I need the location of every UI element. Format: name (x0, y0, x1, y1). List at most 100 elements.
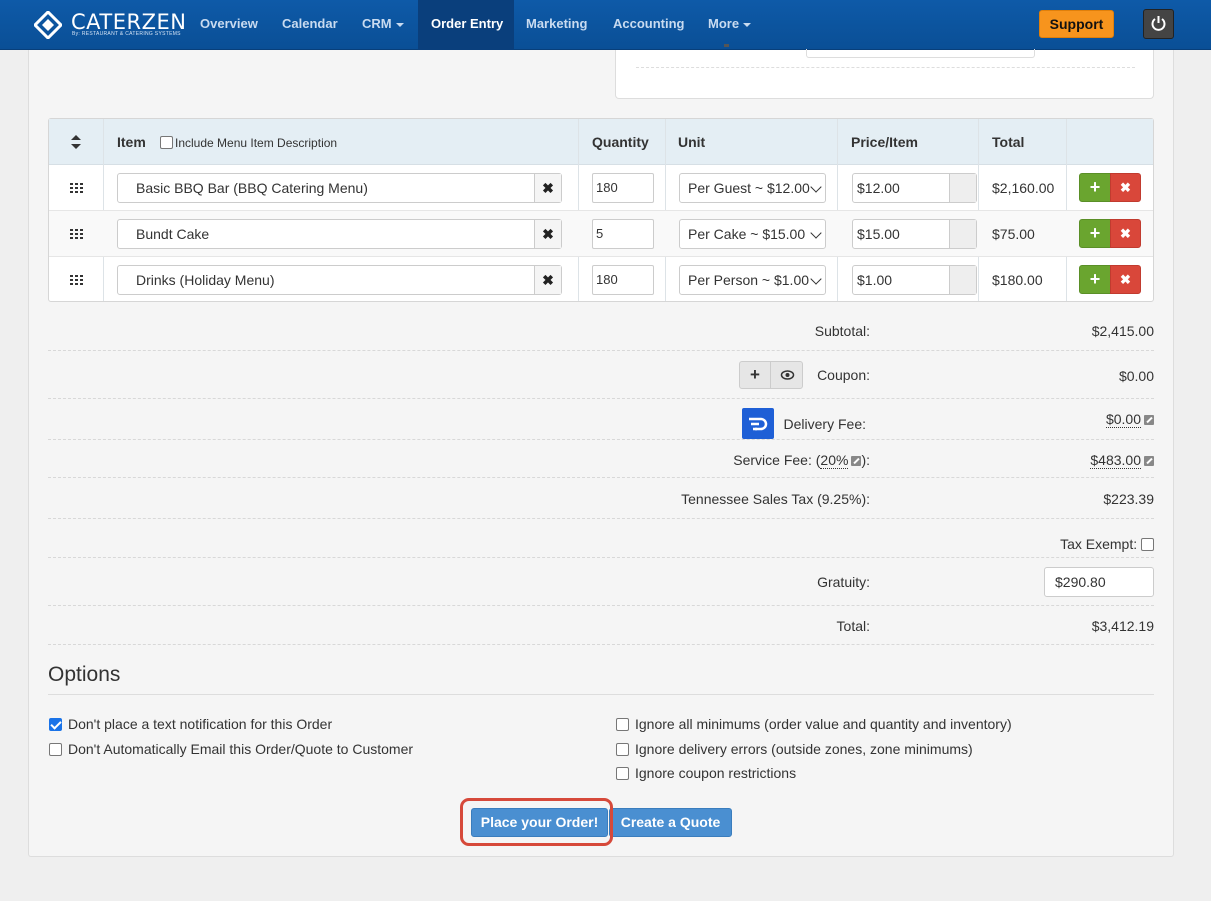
unit-select-value: Per Person ~ $1.00 (688, 272, 810, 288)
no-auto-email-checkbox[interactable] (49, 743, 62, 756)
drag-handle-icon[interactable] (70, 275, 83, 285)
item-name-field[interactable]: Drinks (Holiday Menu) ✖ (117, 265, 562, 295)
no-text-notification-option[interactable]: Don't place a text notification for this… (49, 716, 332, 732)
edit-icon[interactable] (1144, 456, 1154, 466)
service-fee-value[interactable]: $483.00 (1090, 452, 1154, 469)
coupon-label: Coupon: (817, 367, 870, 383)
nav-calendar[interactable]: Calendar (282, 0, 338, 50)
create-quote-button[interactable]: Create a Quote (609, 808, 732, 837)
table-row: Drinks (Holiday Menu) ✖ 180 Per Person ~… (49, 257, 1153, 303)
chevron-down-icon (810, 273, 822, 285)
price-addon (949, 174, 976, 202)
edit-icon[interactable] (1144, 415, 1154, 425)
delivery-fee-value[interactable]: $0.00 (1105, 411, 1154, 428)
nav-accounting-label: Accounting (613, 16, 685, 31)
gratuity-input[interactable]: $290.80 (1044, 567, 1154, 597)
sort-icon[interactable] (71, 135, 81, 149)
no-text-notification-label: Don't place a text notification for this… (68, 716, 333, 732)
drag-handle-icon[interactable] (70, 183, 83, 193)
highlight-annotation (460, 798, 613, 846)
cut-off-input[interactable] (806, 49, 1035, 58)
item-name-field[interactable]: Basic BBQ Bar (BBQ Catering Menu) ✖ (117, 173, 562, 203)
add-row-button[interactable]: + (1079, 265, 1111, 294)
clear-item-icon[interactable]: ✖ (534, 220, 561, 248)
ignore-delivery-errors-checkbox[interactable] (616, 743, 629, 756)
table-row: Basic BBQ Bar (BBQ Catering Menu) ✖ 180 … (49, 165, 1153, 211)
nav-marketing[interactable]: Marketing (526, 0, 587, 50)
item-name: Bundt Cake (136, 226, 210, 242)
item-name: Basic BBQ Bar (BBQ Catering Menu) (136, 180, 368, 196)
no-text-notification-checkbox[interactable] (49, 718, 62, 731)
add-row-button[interactable]: + (1079, 219, 1111, 248)
ignore-minimums-checkbox[interactable] (616, 718, 629, 731)
price-input[interactable]: $15.00 (852, 219, 977, 249)
eye-icon (780, 370, 795, 380)
add-coupon-button[interactable]: + (740, 362, 771, 388)
row-total: $2,160.00 (992, 180, 1055, 196)
price-input[interactable]: $12.00 (852, 173, 977, 203)
nav-order-entry[interactable]: Order Entry (418, 0, 514, 50)
doordash-icon (749, 417, 768, 431)
nav-more[interactable]: More (708, 0, 752, 50)
unit-select-value: Per Guest ~ $12.00 (688, 180, 810, 196)
total-value: $3,412.19 (1091, 618, 1154, 634)
gratuity-label: Gratuity: (817, 574, 870, 590)
caterzen-logo[interactable]: CATERZEN By: RESTAURANT & CATERING SYSTE… (34, 9, 186, 41)
nav-accounting[interactable]: Accounting (613, 0, 685, 50)
ignore-delivery-errors-label: Ignore delivery errors (outside zones, z… (635, 741, 973, 757)
quantity-input[interactable]: 180 (592, 173, 654, 203)
nav-overview[interactable]: Overview (200, 0, 258, 50)
divider (48, 398, 1154, 399)
row-total: $75.00 (992, 226, 1035, 242)
divider (48, 518, 1154, 519)
clear-item-icon[interactable]: ✖ (534, 174, 561, 202)
remove-row-button[interactable]: ✖ (1110, 173, 1141, 202)
header-quantity: Quantity (592, 134, 649, 150)
service-fee-percent[interactable]: 20% (820, 452, 849, 469)
logout-button[interactable] (1143, 9, 1174, 39)
unit-select[interactable]: Per Person ~ $1.00 (679, 265, 826, 295)
price-value: $12.00 (857, 180, 900, 196)
divider (48, 557, 1154, 558)
drag-handle-icon[interactable] (70, 229, 83, 239)
add-row-button[interactable]: + (1079, 173, 1111, 202)
price-addon (949, 220, 976, 248)
divider (48, 439, 1154, 440)
service-fee-label-end: ): (861, 452, 870, 468)
caret-down-icon (743, 22, 752, 27)
price-input[interactable]: $1.00 (852, 265, 977, 295)
subtotal-label: Subtotal: (814, 323, 870, 339)
ignore-minimums-option[interactable]: Ignore all minimums (order value and qua… (616, 716, 1012, 732)
ignore-delivery-errors-option[interactable]: Ignore delivery errors (outside zones, z… (616, 741, 973, 757)
unit-select[interactable]: Per Cake ~ $15.00 (679, 219, 826, 249)
edit-icon[interactable] (851, 456, 862, 466)
doordash-logo[interactable] (742, 408, 774, 439)
nav-crm[interactable]: CRM (362, 0, 404, 50)
divider (48, 694, 1154, 695)
price-addon (949, 266, 976, 294)
no-auto-email-option[interactable]: Don't Automatically Email this Order/Quo… (49, 741, 413, 757)
cut-off-label (724, 44, 729, 47)
unit-select[interactable]: Per Guest ~ $12.00 (679, 173, 826, 203)
caret-down-icon (395, 22, 404, 27)
quantity-input[interactable]: 5 (592, 219, 654, 249)
ignore-coupon-restrictions-checkbox[interactable] (616, 767, 629, 780)
item-name-field[interactable]: Bundt Cake ✖ (117, 219, 562, 249)
tax-exempt-toggle[interactable]: Tax Exempt: (1060, 536, 1154, 552)
ignore-minimums-label: Ignore all minimums (order value and qua… (635, 716, 1012, 732)
clear-item-icon[interactable]: ✖ (534, 266, 561, 294)
tax-exempt-checkbox[interactable] (1141, 538, 1154, 551)
remove-row-button[interactable]: ✖ (1110, 219, 1141, 248)
view-coupon-button[interactable] (772, 362, 803, 388)
ignore-coupon-restrictions-option[interactable]: Ignore coupon restrictions (616, 765, 796, 781)
remove-row-button[interactable]: ✖ (1110, 265, 1141, 294)
include-description-checkbox[interactable] (160, 136, 173, 149)
nav-more-label: More (708, 16, 740, 31)
nav-order-entry-label: Order Entry (431, 16, 504, 31)
quantity-input[interactable]: 180 (592, 265, 654, 295)
include-description-label: Include Menu Item Description (175, 136, 338, 150)
row-total: $180.00 (992, 272, 1043, 288)
divider (48, 477, 1154, 478)
include-description-toggle[interactable]: Include Menu Item Description (160, 136, 337, 150)
support-button[interactable]: Support (1039, 10, 1114, 38)
